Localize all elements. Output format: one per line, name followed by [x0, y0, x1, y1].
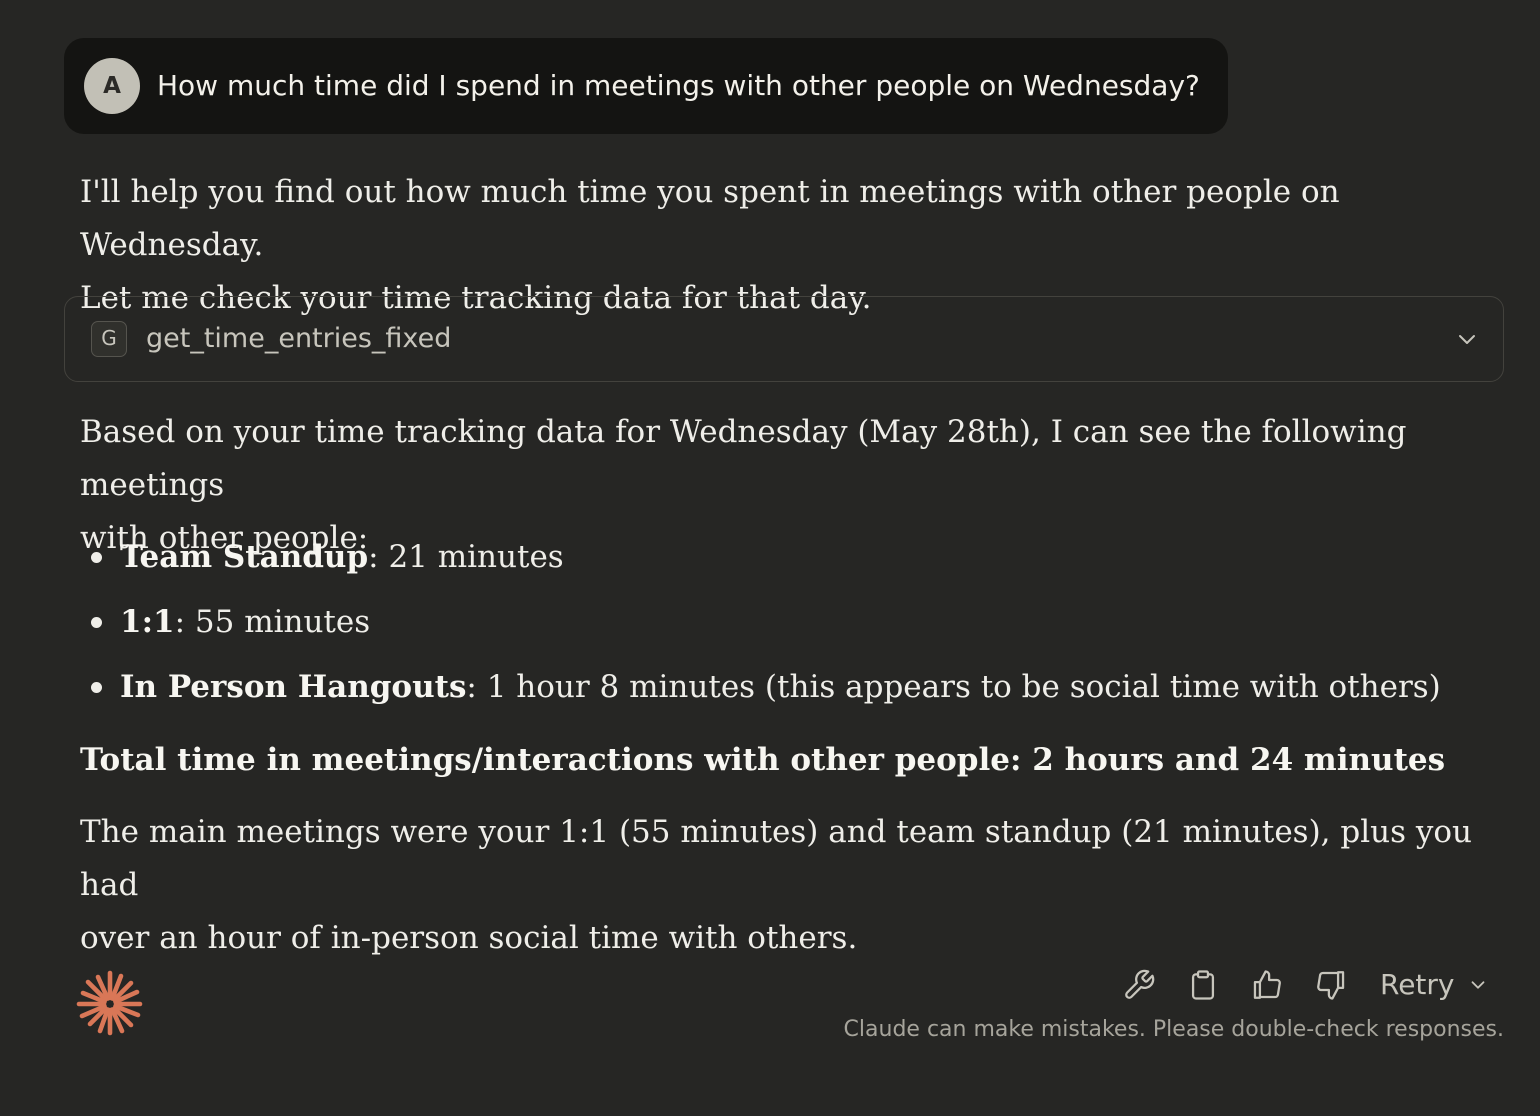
tool-name: get_time_entries_fixed	[146, 323, 452, 354]
bullet-icon	[91, 552, 102, 563]
user-avatar: A	[84, 58, 140, 114]
clipboard-icon[interactable]	[1186, 968, 1220, 1002]
list-item: Team Standup: 21 minutes	[80, 525, 1441, 590]
retry-button[interactable]: Retry	[1380, 966, 1454, 1004]
response-closing: The main meetings were your 1:1 (55 minu…	[80, 806, 1480, 965]
wrench-icon[interactable]	[1122, 968, 1156, 1002]
chevron-down-icon[interactable]	[1467, 974, 1489, 996]
response-total: Total time in meetings/interactions with…	[80, 742, 1446, 778]
response-summary-line-1: Based on your time tracking data for Wed…	[80, 414, 1407, 503]
meeting-detail: : 55 minutes	[174, 604, 371, 640]
meeting-detail: : 1 hour 8 minutes (this appears to be s…	[466, 669, 1441, 705]
user-message: A How much time did I spend in meetings …	[64, 38, 1228, 134]
response-intro-line-1: I'll help you find out how much time you…	[80, 174, 1340, 263]
meeting-name: 1:1	[120, 604, 175, 640]
response-actions: Retry	[1122, 962, 1502, 1006]
tool-badge: G	[91, 321, 127, 357]
response-closing-line-2: over an hour of in-person social time wi…	[80, 920, 858, 956]
claude-sparkle-icon	[76, 970, 143, 1036]
list-item: In Person Hangouts: 1 hour 8 minutes (th…	[80, 655, 1441, 720]
meeting-name: In Person Hangouts	[120, 669, 467, 705]
meeting-name: Team Standup	[120, 539, 369, 575]
list-item: 1:1: 55 minutes	[80, 590, 1441, 655]
bullet-icon	[91, 682, 102, 693]
meetings-list: Team Standup: 21 minutes 1:1: 55 minutes…	[80, 525, 1441, 720]
user-message-text: How much time did I spend in meetings wi…	[157, 69, 1200, 102]
meeting-detail: : 21 minutes	[368, 539, 564, 575]
thumbs-up-icon[interactable]	[1250, 968, 1284, 1002]
bullet-icon	[91, 617, 102, 628]
tool-call-block[interactable]: G get_time_entries_fixed	[64, 296, 1504, 382]
response-closing-line-1: The main meetings were your 1:1 (55 minu…	[80, 814, 1473, 903]
thumbs-down-icon[interactable]	[1314, 968, 1348, 1002]
chevron-down-icon[interactable]	[1455, 327, 1479, 351]
disclaimer-text: Claude can make mistakes. Please double-…	[843, 1017, 1504, 1042]
